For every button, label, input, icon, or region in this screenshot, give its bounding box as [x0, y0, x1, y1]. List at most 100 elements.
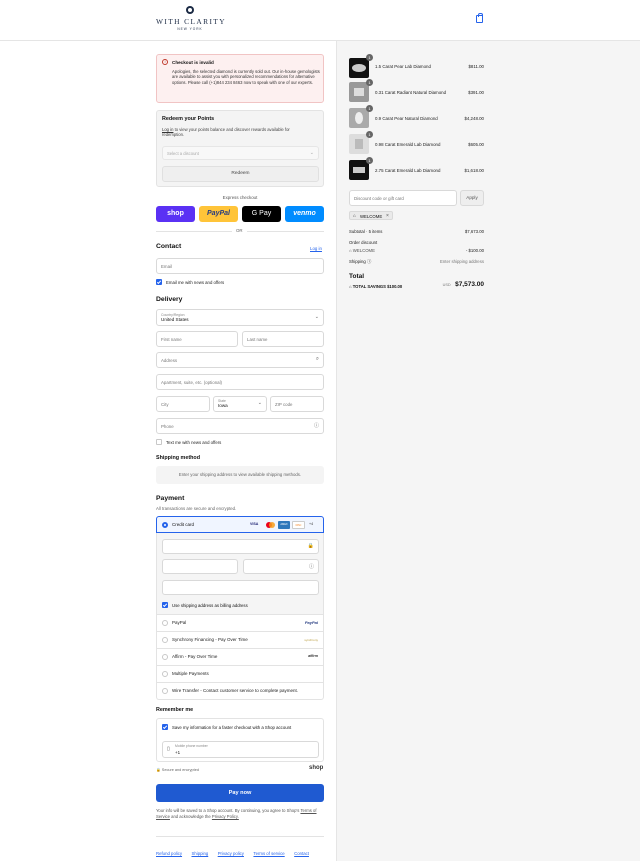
- item-name: 0.98 Carat Emerald Lab Diamond: [375, 142, 441, 147]
- redeem-title: Redeem your Points: [162, 116, 215, 122]
- redeem-button[interactable]: Redeem: [162, 166, 319, 182]
- lock-icon: 🔒: [156, 768, 161, 772]
- wire-transfer-radio[interactable]: [162, 688, 168, 694]
- item-name: 0.31 Carat Radiant Natural Diamond: [375, 90, 447, 95]
- text-news-checkbox[interactable]: [156, 439, 162, 445]
- phone-field[interactable]: Phone ⓘ: [156, 418, 324, 434]
- delivery-title: Delivery: [156, 296, 183, 303]
- help-icon[interactable]: ⓘ: [309, 563, 314, 570]
- discount-tag-label: WELCOME: [360, 214, 383, 219]
- payment-title: Payment: [156, 495, 185, 502]
- legal-and: and acknowledge the: [171, 813, 211, 819]
- mobile-phone-label: Mobile phone number: [175, 744, 208, 748]
- chevron-down-icon: ⌄: [257, 400, 262, 406]
- privacy-policy-link[interactable]: Privacy policy: [218, 851, 244, 856]
- credit-card-radio[interactable]: [162, 522, 168, 528]
- paypal-button[interactable]: PayPal: [199, 206, 238, 222]
- pay-now-button[interactable]: Pay now: [156, 784, 324, 802]
- brand-logo[interactable]: WITH CLARITY NEW YORK: [156, 6, 226, 31]
- brand-name: WITH CLARITY: [156, 17, 226, 26]
- shopping-bag-icon[interactable]: [476, 13, 483, 23]
- redeem-points-card: Redeem your Points Log in to view your p…: [156, 110, 324, 187]
- points-login-link[interactable]: Log in: [162, 127, 173, 132]
- contact-login-link[interactable]: Log in: [310, 246, 322, 251]
- shipping-link[interactable]: Shipping: [192, 851, 209, 856]
- footer-links: Refund policy Shipping Privacy policy Te…: [156, 842, 314, 860]
- remember-me-checkbox[interactable]: [162, 724, 168, 730]
- payment-option-wire[interactable]: Wire Transfer - Contact customer service…: [156, 683, 324, 700]
- discount-code-input[interactable]: Discount code or gift card: [349, 190, 457, 206]
- payment-method-label: Wire Transfer - Contact customer service…: [172, 688, 299, 693]
- card-number-field[interactable]: 🔒: [162, 539, 319, 554]
- discount-tag[interactable]: ⌂ WELCOME ×: [349, 211, 393, 220]
- synchrony-logo-icon: synchrony: [304, 638, 318, 642]
- expiry-field[interactable]: [162, 559, 238, 574]
- quantity-badge: 1: [366, 105, 373, 112]
- country-select[interactable]: Country/Region United States ⌄: [156, 309, 324, 326]
- brand-mark-icon: [186, 6, 194, 14]
- shop-pay-button[interactable]: shop: [156, 206, 195, 222]
- apply-button[interactable]: Apply: [460, 190, 484, 206]
- remove-discount-icon[interactable]: ×: [386, 213, 389, 219]
- product-image: [349, 160, 369, 180]
- mobile-phone-field[interactable]: ▯ Mobile phone number +1: [162, 741, 319, 758]
- google-pay-button[interactable]: G Pay: [242, 206, 281, 222]
- multiple-payments-radio[interactable]: [162, 671, 168, 677]
- total-row: USD $7,573.00: [420, 273, 484, 291]
- last-name-field[interactable]: Last name: [242, 331, 324, 347]
- email-news-checkbox[interactable]: [156, 279, 162, 285]
- payment-option-synchrony[interactable]: Synchrony Financing - Pay Over Time sync…: [156, 632, 324, 649]
- shop-logo: shop: [309, 765, 324, 771]
- discover-icon: DISC: [292, 521, 305, 529]
- item-name: 0.9 Carat Pear Natural Diamond: [375, 116, 438, 121]
- shipping-row: Shipping ⓘ: [349, 259, 371, 265]
- legal-text: Your info will be saved to a Shop accoun…: [156, 808, 324, 819]
- footer-divider: [156, 836, 324, 837]
- billing-address-label: Use shipping address as billing address: [172, 603, 248, 608]
- payment-method-label: Multiple Payments: [172, 671, 209, 676]
- zip-field[interactable]: ZIP code: [270, 396, 324, 412]
- apartment-field[interactable]: Apartment, suite, etc. (optional): [156, 374, 324, 390]
- quantity-badge: 1: [366, 54, 373, 61]
- name-on-card-field[interactable]: [162, 580, 319, 595]
- discount-select[interactable]: Select a discount ⌄: [162, 146, 319, 160]
- affirm-logo-icon: affirm: [308, 654, 318, 658]
- total-savings-label: TOTAL SAVINGS: [352, 284, 386, 289]
- address-field[interactable]: Address ⌕: [156, 352, 324, 368]
- item-name: 2.75 Carat Emerald Lab Diamond: [375, 168, 441, 173]
- terms-of-service-link[interactable]: Terms of service: [253, 851, 284, 856]
- credit-card-option[interactable]: Credit card VISA MC AMEX DISC +4: [156, 516, 324, 533]
- venmo-button[interactable]: venmo: [285, 206, 324, 222]
- phone-placeholder: Phone: [161, 424, 174, 429]
- contact-link[interactable]: Contact: [294, 851, 309, 856]
- remember-me-card: Save my information for a faster checkou…: [156, 718, 324, 762]
- discount-code-row: ⌂ WELCOME: [349, 248, 375, 253]
- payment-option-paypal[interactable]: PayPal PayPal: [156, 615, 324, 632]
- payment-method-label: Synchrony Financing - Pay Over Time: [172, 637, 248, 642]
- first-name-field[interactable]: First name: [156, 331, 238, 347]
- synchrony-radio[interactable]: [162, 637, 168, 643]
- mobile-phone-icon: ▯: [167, 746, 170, 752]
- payment-option-multiple[interactable]: Multiple Payments: [156, 666, 324, 683]
- help-icon[interactable]: ⓘ: [314, 422, 319, 429]
- shipping-method-placeholder: Enter your shipping address to view avai…: [156, 466, 324, 484]
- privacy-link[interactable]: Privacy Policy.: [212, 814, 239, 819]
- secure-encrypted-label: Secure and encrypted: [161, 768, 199, 772]
- remember-me-label: Save my information for a faster checkou…: [172, 725, 292, 730]
- paypal-radio[interactable]: [162, 620, 168, 626]
- billing-address-checkbox[interactable]: [162, 602, 168, 608]
- total-savings-value: $100.00: [387, 284, 403, 289]
- city-field[interactable]: City: [156, 396, 210, 412]
- payment-method-label: PayPal: [172, 620, 187, 625]
- state-select[interactable]: State Iowa ⌄: [213, 396, 267, 412]
- affirm-radio[interactable]: [162, 654, 168, 660]
- mobile-phone-value: +1: [175, 750, 181, 755]
- payment-option-affirm[interactable]: Affirm - Pay Over Time affirm: [156, 649, 324, 666]
- discount-value: - $100.00: [465, 248, 484, 253]
- email-field[interactable]: Email: [156, 258, 324, 274]
- info-icon[interactable]: ⓘ: [367, 259, 371, 264]
- search-icon: ⌕: [315, 356, 319, 362]
- security-code-field[interactable]: ⓘ: [243, 559, 319, 574]
- legal-body: Your info will be saved to a Shop accoun…: [156, 808, 300, 813]
- refund-policy-link[interactable]: Refund policy: [156, 851, 182, 856]
